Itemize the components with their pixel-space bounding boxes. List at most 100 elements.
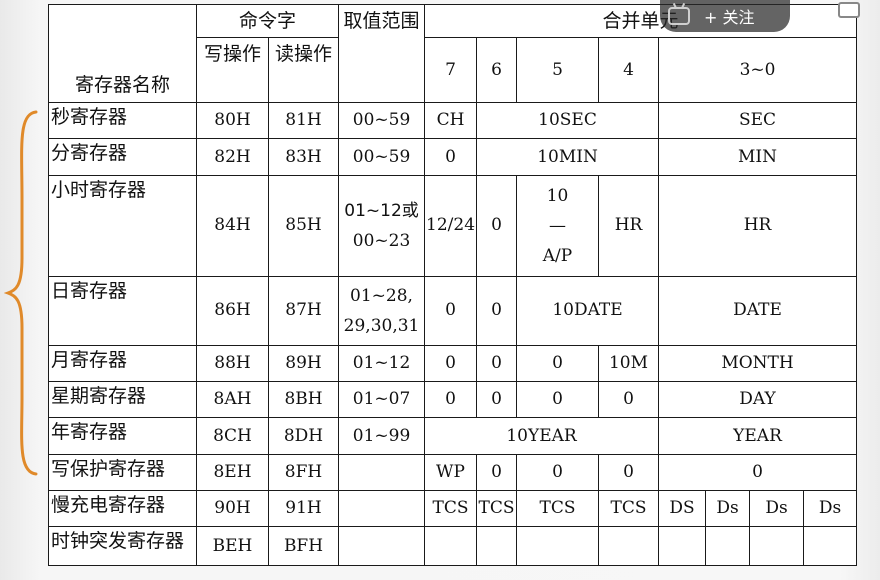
bit-6-cell: 0: [476, 275, 518, 346]
header-value-range: 取值范围: [338, 3, 426, 104]
curly-brace-annotation: [4, 110, 38, 476]
ampm-line-1: 10: [546, 185, 569, 206]
write-code: 80H: [196, 102, 269, 140]
bit-5-cell: [516, 526, 600, 566]
read-code: 81H: [267, 102, 340, 140]
range-line-2: 29,30,31: [343, 315, 420, 336]
table-row: 年寄存器 8CH 8DH 01~99 10YEAR YEAR: [48, 417, 858, 455]
bit-0-cell: Ds: [803, 490, 858, 528]
header-merged-units: 合并单元: [424, 3, 858, 39]
bits-3-0-cell: DAY: [658, 380, 858, 419]
bits-5-4-cell: 10DATE: [516, 275, 660, 346]
header-bit-5: 5: [516, 37, 600, 104]
header-reg-name: 寄存器名称: [48, 3, 197, 104]
table-row: 秒寄存器 80H 81H 00~59 CH 10SEC SEC: [48, 102, 858, 140]
table-row: 月寄存器 88H 89H 01~12 0 0 0 10M MONTH: [48, 344, 858, 382]
reg-name: 星期寄存器: [48, 380, 197, 419]
bit-4-cell: HR: [598, 174, 660, 277]
write-code: 88H: [196, 344, 269, 382]
read-code: 8BH: [267, 380, 340, 419]
header-bit-4: 4: [598, 37, 660, 104]
bit-2-cell: Ds: [705, 490, 751, 528]
bit-2-cell: [705, 526, 751, 566]
header-bits-3-0: 3~0: [658, 37, 858, 104]
write-code: 82H: [196, 138, 269, 176]
range-line-1: 01~28,: [350, 285, 413, 306]
header-command-word: 命令字: [195, 3, 340, 39]
bits-6-4-cell: 10MIN: [476, 138, 660, 176]
bits-3-0-cell: HR: [658, 174, 858, 277]
reg-name: 写保护寄存器: [48, 453, 197, 492]
read-code: 87H: [267, 275, 340, 346]
table-row: 时钟突发寄存器 BEH BFH: [48, 526, 858, 566]
bit-7-cell: 0: [424, 380, 478, 419]
bits-3-0-cell: SEC: [658, 102, 858, 140]
header-write-op: 写操作: [196, 37, 269, 104]
header-bit-6: 6: [476, 37, 518, 104]
bit-4-cell: 10M: [598, 344, 660, 382]
range-line-2: 00~23: [352, 230, 411, 251]
value-range: 01~12: [338, 344, 426, 382]
header-bit-7: 7: [424, 37, 478, 104]
bit-5-cell: 10 — A/P: [516, 174, 600, 277]
write-code: BEH: [196, 526, 269, 566]
range-line-1: 01~12或: [344, 200, 419, 221]
value-range: [338, 526, 426, 566]
bits-3-0-cell: MIN: [658, 138, 858, 176]
bit-4-cell: 0: [598, 453, 660, 492]
bit-5-cell: TCS: [516, 490, 600, 528]
reg-name: 小时寄存器: [48, 174, 197, 277]
write-code: 8CH: [196, 417, 269, 455]
write-code: 90H: [196, 490, 269, 528]
value-range: 00~59: [338, 138, 426, 176]
bits-3-0-cell: 0: [658, 453, 858, 492]
bit-3-cell: [658, 526, 707, 566]
bits-7-4-cell: 10YEAR: [424, 417, 660, 455]
read-code: 8DH: [267, 417, 340, 455]
ampm-line-3: A/P: [542, 245, 573, 266]
bit-4-cell: 0: [598, 380, 660, 419]
reg-name: 年寄存器: [48, 417, 197, 455]
value-range: 00~59: [338, 102, 426, 140]
read-code: 85H: [267, 174, 340, 277]
bit-5-cell: 0: [516, 453, 600, 492]
bit-6-cell: 0: [476, 344, 518, 382]
follow-button[interactable]: + 关注: [698, 2, 761, 30]
write-code: 8EH: [196, 453, 269, 492]
header-read-op: 读操作: [267, 37, 340, 104]
value-range: [338, 490, 426, 528]
bits-3-0-cell: MONTH: [658, 344, 858, 382]
reg-name: 慢充电寄存器: [48, 490, 197, 528]
bit-7-cell: 0: [424, 344, 478, 382]
bits-3-0-cell: DATE: [658, 275, 858, 346]
write-code: 86H: [196, 275, 269, 346]
value-range: 01~12或 00~23: [338, 174, 426, 277]
register-table: 寄存器名称 命令字 取值范围 合并单元 写操作 读操作 7 6 5 4 3~0 …: [48, 3, 858, 566]
bit-7-cell: CH: [424, 102, 478, 140]
bit-6-cell: TCS: [476, 490, 518, 528]
reg-name: 月寄存器: [48, 344, 197, 382]
ampm-line-2: —: [549, 215, 567, 236]
reg-name: 分寄存器: [48, 138, 197, 176]
bit-6-cell: 0: [476, 380, 518, 419]
bits-6-4-cell: 10SEC: [476, 102, 660, 140]
read-code: 8FH: [267, 453, 340, 492]
bilibili-tv-icon: [668, 7, 690, 25]
value-range: [338, 453, 426, 492]
bit-7-cell: WP: [424, 453, 478, 492]
value-range: 01~07: [338, 380, 426, 419]
uploader-overlay: + 关注: [660, 0, 790, 32]
bit-7-cell: 0: [424, 275, 478, 346]
write-code: 8AH: [196, 380, 269, 419]
bit-7-cell: TCS: [424, 490, 478, 528]
bit-6-cell: 0: [476, 453, 518, 492]
reg-name: 时钟突发寄存器: [48, 526, 197, 566]
bit-1-cell: [749, 526, 805, 566]
table-row: 分寄存器 82H 83H 00~59 0 10MIN MIN: [48, 138, 858, 176]
table-row: 写保护寄存器 8EH 8FH WP 0 0 0 0: [48, 453, 858, 492]
bit-4-cell: TCS: [598, 490, 660, 528]
bit-1-cell: Ds: [749, 490, 805, 528]
value-range: 01~28, 29,30,31: [338, 275, 426, 346]
window-icon[interactable]: [838, 2, 860, 18]
bit-6-cell: [476, 526, 518, 566]
